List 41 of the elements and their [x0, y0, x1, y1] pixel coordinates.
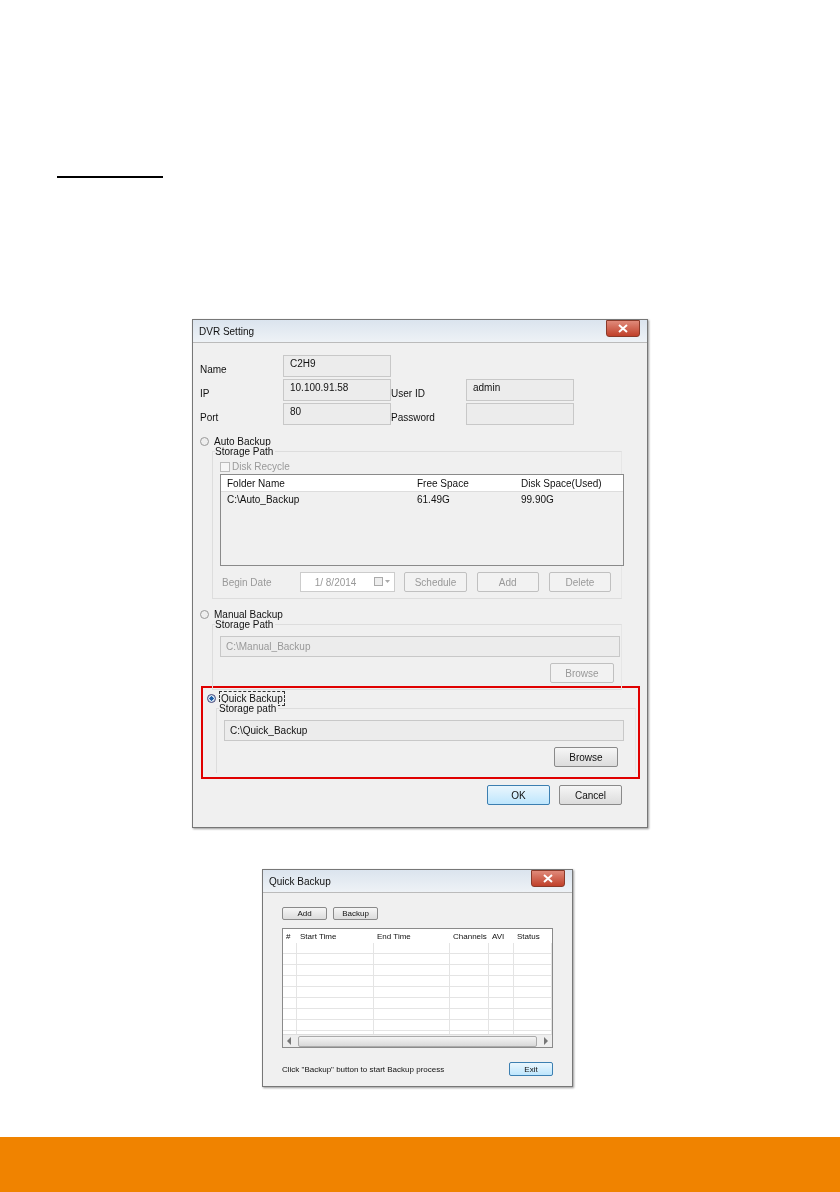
close-button[interactable]: [606, 320, 640, 337]
close-icon: [543, 874, 553, 883]
group-label: Storage Path: [215, 619, 276, 630]
status-text: Click "Backup" button to start Backup process: [282, 1064, 445, 1074]
group-label: Storage Path: [215, 446, 276, 457]
column-header[interactable]: Channels: [450, 931, 489, 941]
path-field[interactable]: C:\Quick_Backup: [224, 720, 624, 741]
text-field[interactable]: C2H9: [283, 355, 391, 377]
text-field[interactable]: admin: [466, 379, 574, 401]
group-label: Storage path: [219, 703, 279, 714]
browse-button[interactable]: Browse: [554, 747, 618, 767]
ok-button[interactable]: OK: [487, 785, 550, 805]
close-icon: [618, 324, 628, 333]
toolbar-button[interactable]: Add: [282, 907, 327, 920]
text-field[interactable]: 10.100.91.58: [283, 379, 391, 401]
window-title: DVR Setting: [199, 325, 255, 337]
field-label: IP: [200, 387, 211, 399]
column-header[interactable]: Start Time: [297, 931, 374, 941]
text-field[interactable]: 80: [283, 403, 391, 425]
cancel-button[interactable]: Cancel: [559, 785, 622, 805]
field-label: Begin Date: [221, 576, 273, 588]
close-button[interactable]: [531, 870, 565, 887]
field-label: User ID: [391, 387, 426, 399]
scrollbar[interactable]: [283, 1034, 552, 1047]
window-title: Quick Backup: [269, 875, 331, 887]
scroll-left-icon[interactable]: [286, 1037, 292, 1045]
field-label: Password: [391, 411, 436, 423]
table-cell-text: 61.49G: [417, 494, 451, 505]
exit-button[interactable]: Exit: [509, 1062, 553, 1076]
field-label: Name: [200, 363, 228, 375]
calendar-icon: [374, 576, 391, 588]
column-header[interactable]: End Time: [374, 931, 450, 941]
text-field[interactable]: [466, 403, 574, 425]
field-label: Port: [200, 411, 220, 423]
toolbar-button[interactable]: Backup: [333, 907, 378, 920]
column-header[interactable]: AVI: [489, 931, 514, 941]
scroll-right-icon[interactable]: [543, 1037, 549, 1045]
column-header[interactable]: #: [283, 931, 297, 941]
table-cell-text: 99.90G: [521, 494, 555, 505]
column-header[interactable]: Status: [514, 931, 552, 941]
table-cell-text: C:\Auto_Backup: [227, 494, 301, 505]
